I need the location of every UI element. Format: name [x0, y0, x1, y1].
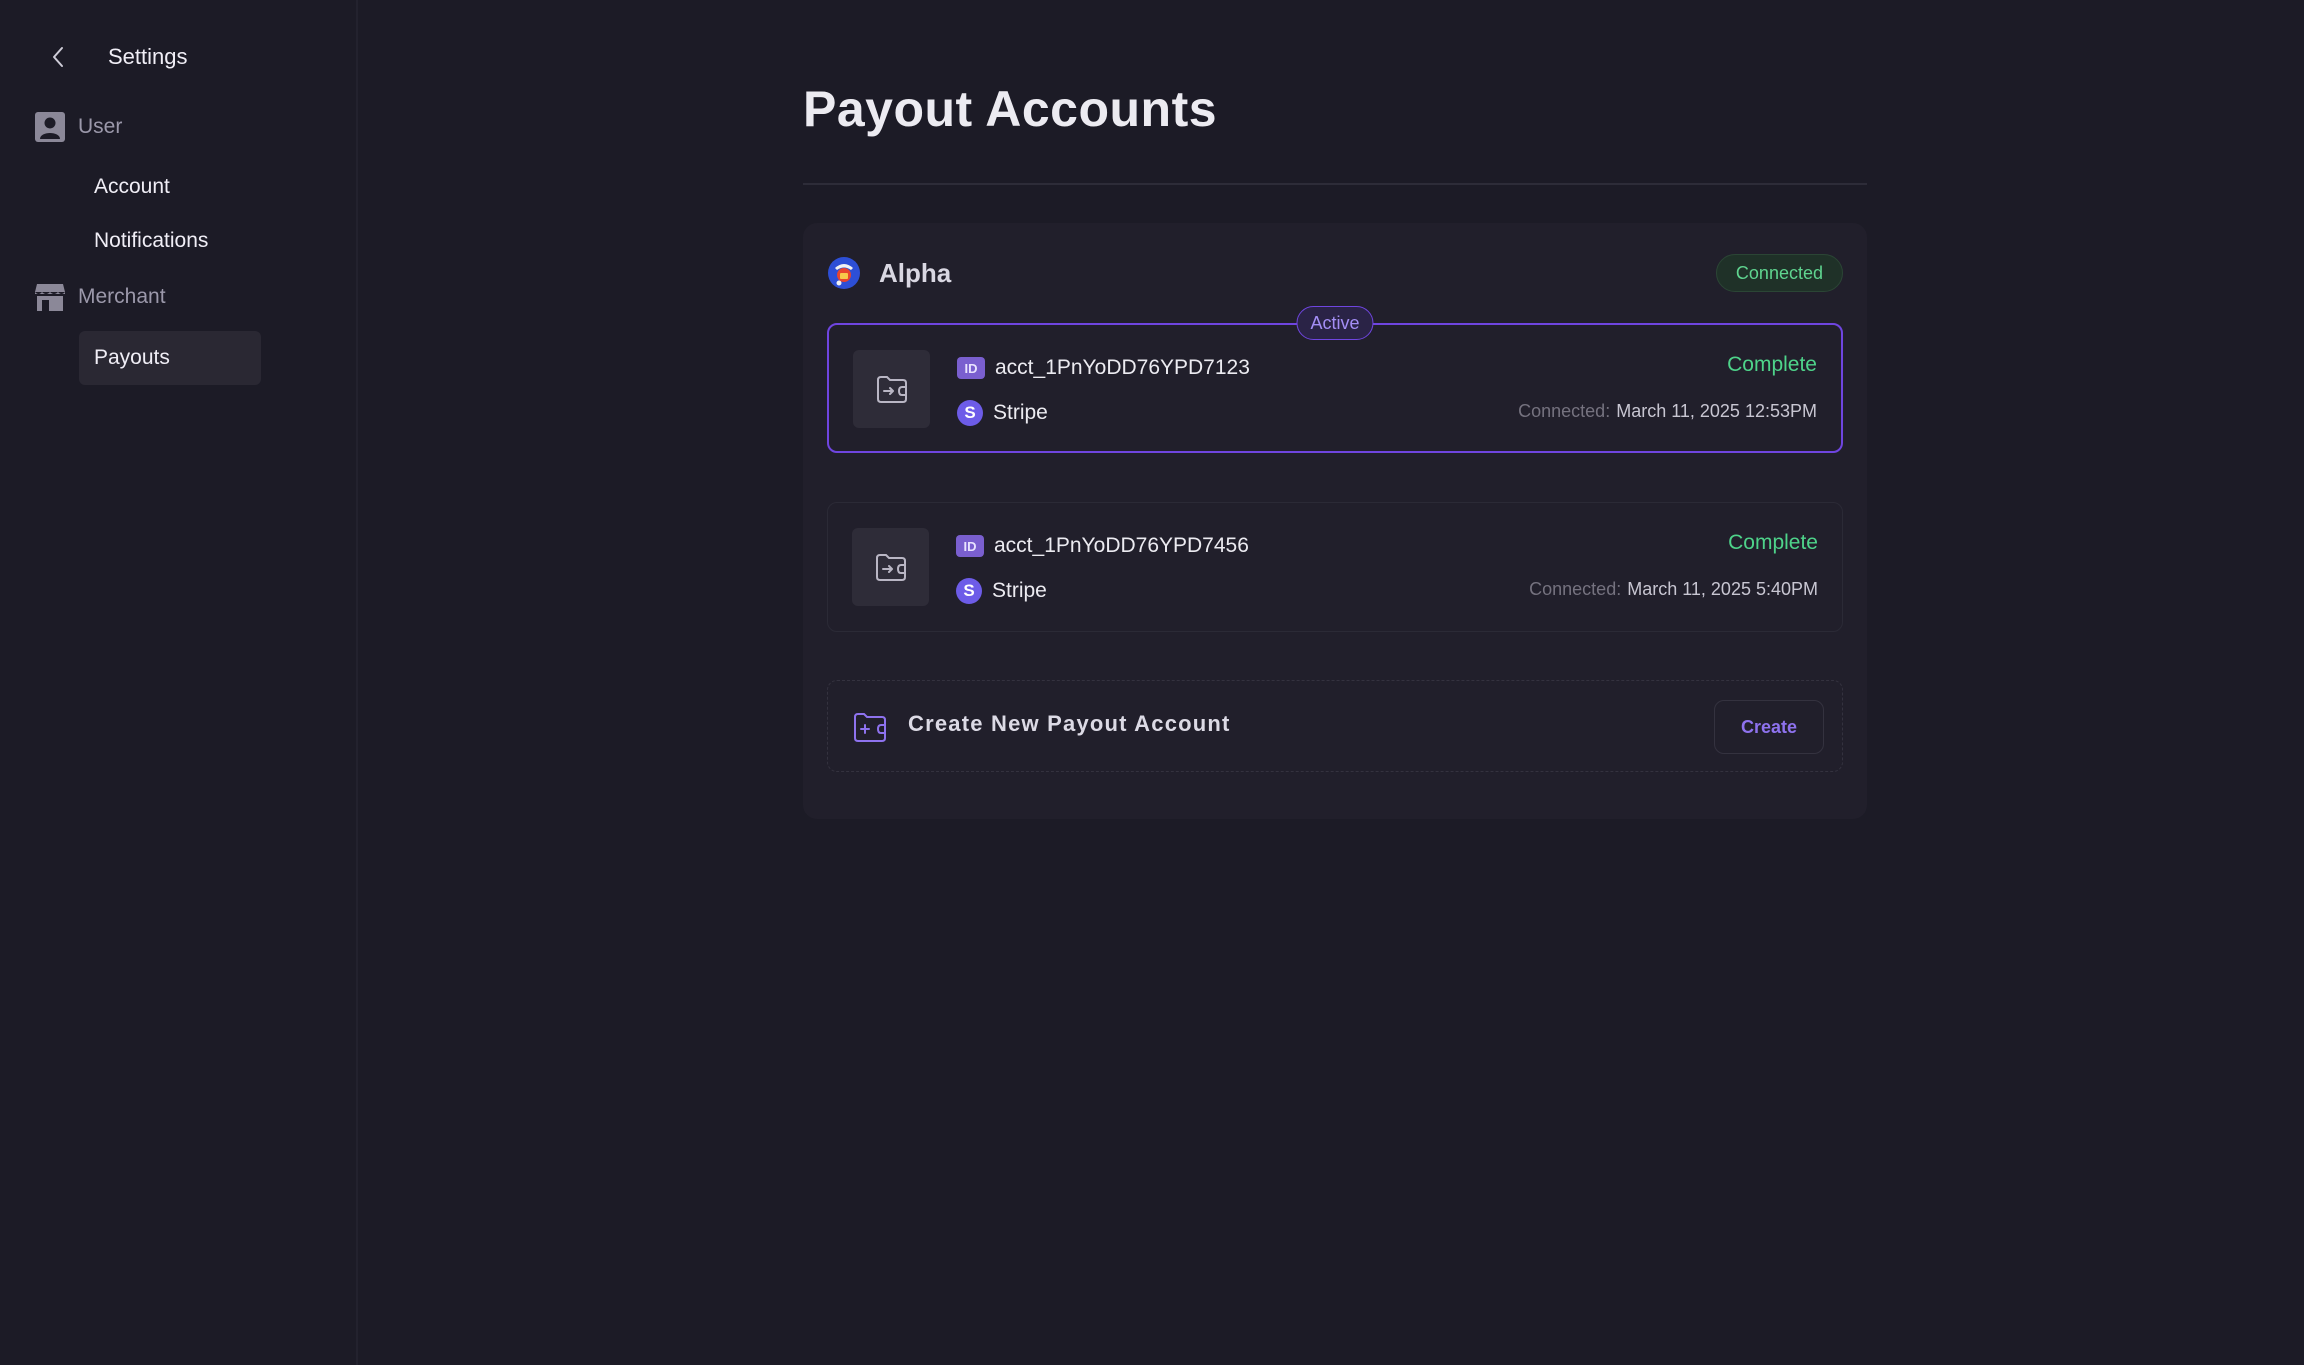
sidebar-item-account[interactable]: Account	[79, 160, 261, 214]
sidebar-group-label: Merchant	[78, 285, 166, 308]
provider-header: Alpha Connected	[827, 253, 1843, 293]
provider-name: Alpha	[879, 257, 952, 288]
create-payout-account-label: Create New Payout Account	[908, 711, 1231, 736]
payout-account-card[interactable]: Active ID acct_1PnYoDD76YPD7123 S Stripe…	[827, 306, 1843, 453]
page-title: Payout Accounts	[803, 81, 1218, 137]
account-provider: S Stripe	[956, 576, 1047, 606]
chevron-left-icon	[53, 47, 63, 67]
account-connected-date: Connected: March 11, 2025 12:53PM	[1518, 401, 1817, 422]
create-payout-account-card: Create New Payout Account Create	[827, 680, 1843, 772]
user-icon	[34, 111, 66, 143]
sidebar-item-payouts[interactable]: Payouts	[79, 331, 261, 385]
account-id-text: acct_1PnYoDD76YPD7123	[995, 356, 1250, 379]
sidebar: Settings User Account Notifications Merc…	[0, 0, 358, 1365]
account-status: Complete	[1727, 353, 1817, 376]
alpha-logo-icon	[828, 257, 860, 289]
sidebar-item-label: Notifications	[94, 229, 209, 252]
status-badge: Connected	[1715, 254, 1843, 292]
sidebar-group-user: User	[34, 110, 122, 144]
connected-label: Connected:	[1518, 401, 1611, 421]
account-provider-name: Stripe	[992, 579, 1047, 602]
account-provider-name: Stripe	[993, 401, 1048, 424]
stripe-icon: S	[956, 578, 982, 604]
wallet-icon	[876, 376, 907, 403]
id-icon: ID	[957, 357, 985, 379]
sidebar-item-label: Payouts	[94, 346, 170, 369]
sidebar-title: Settings	[108, 44, 188, 69]
id-icon: ID	[956, 535, 984, 557]
add-wallet-icon	[854, 713, 886, 742]
sidebar-group-label: User	[78, 115, 123, 138]
sidebar-item-notifications[interactable]: Notifications	[79, 214, 261, 268]
account-id-text: acct_1PnYoDD76YPD7456	[994, 534, 1249, 557]
account-id: ID acct_1PnYoDD76YPD7456	[956, 531, 1249, 561]
wallet-icon-box	[853, 350, 930, 428]
connected-date-value: March 11, 2025 12:53PM	[1616, 401, 1817, 421]
back-button[interactable]	[44, 43, 72, 71]
divider	[803, 183, 1867, 185]
create-button[interactable]: Create	[1714, 700, 1824, 754]
provider-panel: Alpha Connected Active ID acct_1PnYoDD76…	[803, 223, 1867, 819]
sidebar-item-label: Account	[94, 175, 170, 198]
sidebar-header: Settings	[44, 40, 188, 74]
store-icon	[34, 281, 66, 313]
account-connected-date: Connected: March 11, 2025 5:40PM	[1529, 579, 1818, 600]
payout-account-card[interactable]: ID acct_1PnYoDD76YPD7456 S Stripe Comple…	[827, 502, 1843, 632]
stripe-icon: S	[957, 400, 983, 426]
wallet-icon-box	[852, 528, 929, 606]
active-badge: Active	[1296, 306, 1374, 340]
connected-label: Connected:	[1529, 579, 1622, 599]
account-status: Complete	[1728, 531, 1818, 554]
sidebar-group-merchant: Merchant	[34, 280, 166, 314]
account-id: ID acct_1PnYoDD76YPD7123	[957, 353, 1250, 383]
wallet-icon	[875, 554, 906, 581]
account-provider: S Stripe	[957, 398, 1048, 428]
connected-date-value: March 11, 2025 5:40PM	[1627, 579, 1818, 599]
